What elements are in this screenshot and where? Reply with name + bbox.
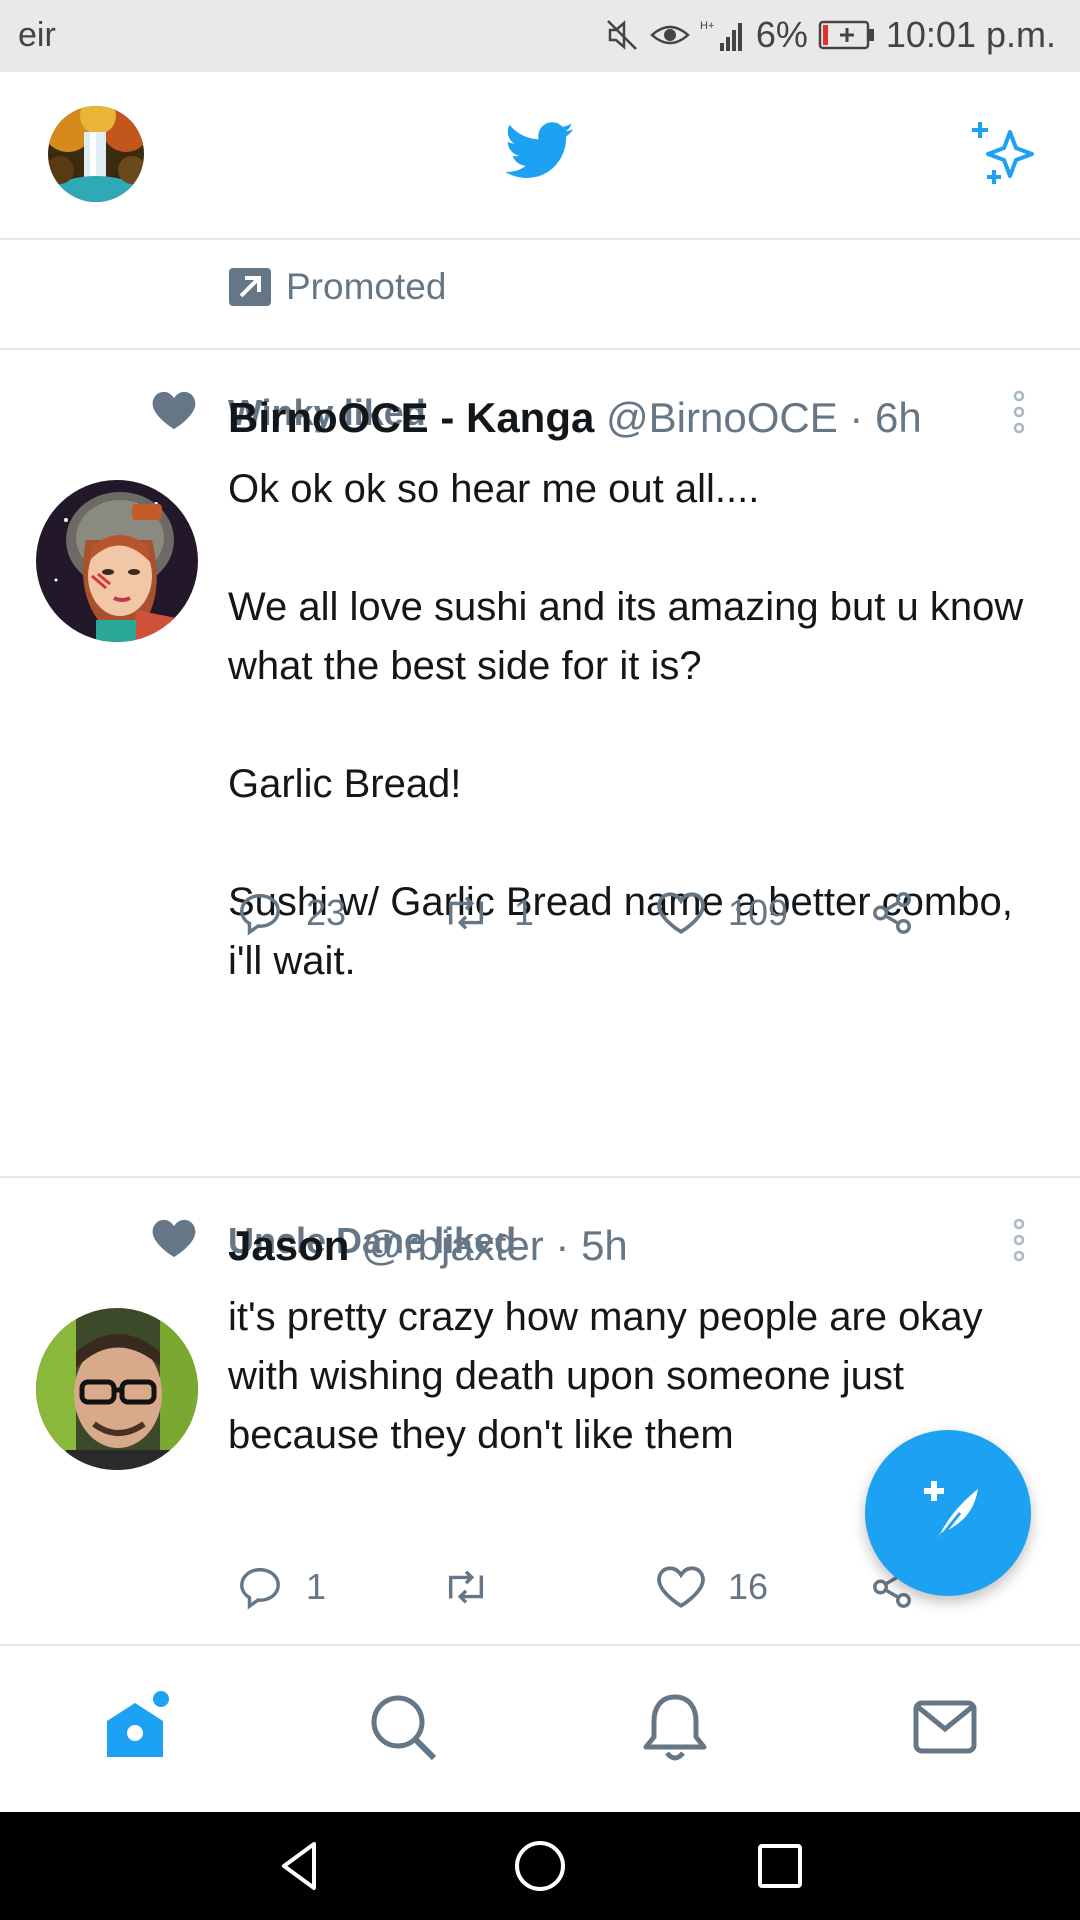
nav-home-tab[interactable] [90,1682,180,1772]
battery-percent: 6% [755,14,808,55]
app-bar [0,72,1080,240]
compose-tweet-button[interactable] [865,1430,1031,1596]
retweet-count: 1 [514,892,535,933]
share-icon [873,892,911,934]
tweet-actions: 23 1 109 [228,890,1028,950]
recents-icon[interactable] [750,1836,810,1896]
nav-search-tab[interactable] [358,1682,448,1772]
retweet-icon [448,896,484,930]
mute-icon [604,17,640,53]
author-avatar[interactable] [36,480,198,642]
promoted-strip[interactable]: Promoted [0,238,1080,350]
notifications-icon [643,1694,707,1761]
nav-messages-tab[interactable] [900,1682,990,1772]
signal-icon: H+ [700,17,746,53]
clock: 10:01 p.m. [885,14,1056,55]
author-handle[interactable]: @BirnoOCE [606,394,838,441]
reply-button[interactable]: 1 [236,1564,326,1610]
tweet-paragraph: Garlic Bread! [228,762,462,806]
author-name[interactable]: Jason [228,1222,349,1269]
like-button[interactable]: 109 [656,890,788,936]
retweet-button[interactable] [440,1564,514,1610]
tweet-header-line: Jason @rbjaxter · 5h [228,1222,628,1270]
search-icon [371,1695,437,1761]
nav-notifications-tab[interactable] [630,1682,720,1772]
like-count: 109 [728,892,789,933]
tweet-header-line: BirnoOCE - Kanga @BirnoOCE · 6h [228,394,922,442]
sparkle-icon[interactable] [970,118,1042,193]
messages-icon [913,1700,977,1754]
like-button[interactable]: 16 [656,1564,768,1610]
more-options-icon[interactable] [1006,390,1032,439]
profile-avatar[interactable] [48,106,144,202]
tweet-time: · 5h [555,1222,628,1269]
system-navigation-bar [0,1812,1080,1920]
reply-button[interactable]: 23 [236,890,346,936]
promoted-icon [229,268,271,311]
status-bar: eir H+ 6% 10:01 p.m. [0,0,1080,72]
more-options-icon[interactable] [1006,1218,1032,1267]
reply-icon [240,894,280,936]
retweet-icon [448,1570,484,1604]
twitter-bird-icon [504,122,575,185]
tweet[interactable]: Winky liked BirnoOCE - Kanga @BirnoOCE ·… [0,350,1080,1178]
battery-icon [818,19,876,51]
reply-count: 23 [306,892,347,933]
author-avatar[interactable] [36,1308,198,1470]
eye-icon [649,17,690,53]
tweet-paragraph: Ok ok ok so hear me out all.... [228,467,760,511]
reply-icon [240,1568,280,1610]
home-circle-icon[interactable] [510,1836,570,1896]
heart-outline-icon [657,1566,705,1608]
share-button[interactable] [868,890,916,936]
tweet-time: · 6h [849,394,922,441]
heart-filled-icon [152,390,196,435]
retweet-button[interactable]: 1 [440,890,534,936]
heart-filled-icon [152,1218,196,1263]
reply-count: 1 [306,1566,327,1607]
carrier-name: eir [18,16,56,54]
home-icon [107,1691,169,1757]
bottom-navigation [0,1646,1080,1812]
back-icon[interactable] [270,1836,330,1896]
like-count: 16 [728,1566,769,1607]
tweet-text: it's pretty crazy how many people are ok… [228,1288,1028,1465]
tweet-paragraph: We all love sushi and its amazing but u … [228,585,1024,688]
promoted-label: Promoted [286,266,447,307]
svg-text:H+: H+ [700,20,714,32]
author-name[interactable]: BirnoOCE - Kanga [228,394,594,441]
tweet-paragraph: it's pretty crazy how many people are ok… [228,1295,983,1457]
heart-outline-icon [657,892,705,934]
author-handle[interactable]: @rbjaxter [361,1222,544,1269]
compose-feather-icon [924,1481,978,1544]
